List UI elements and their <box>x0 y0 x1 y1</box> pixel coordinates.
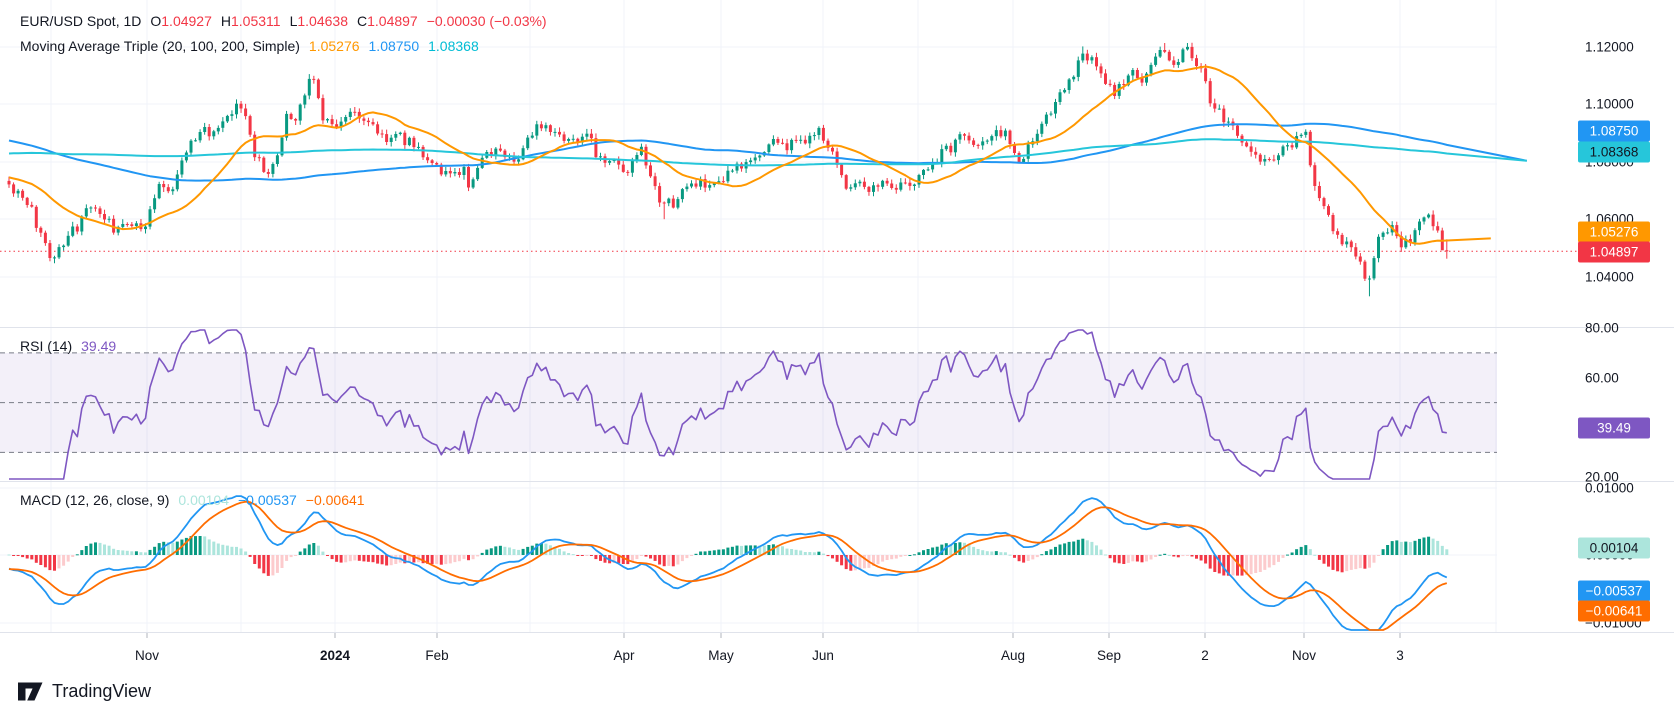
axis-price-tag: 0.00104 <box>1578 537 1650 559</box>
axis-price-tag: −0.00641 <box>1578 600 1650 622</box>
axis-tick-label: 60.00 <box>1585 370 1619 386</box>
axis-price-tag: −0.00537 <box>1578 580 1650 602</box>
ohlc-item: O1.04927 <box>150 13 212 29</box>
change-value: −0.00030 (−0.03%) <box>426 13 547 29</box>
brand-wordmark: TradingView <box>52 681 152 701</box>
time-scale[interactable]: Nov 2024 Feb Apr May Jun Aug Sep 2 Nov 3 <box>0 646 1674 672</box>
time-axis-label: Jun <box>812 648 834 663</box>
macd-legend-row: MACD (12, 26, close, 9) 0.00104 −0.00537−… <box>20 492 365 508</box>
macd-title[interactable]: MACD (12, 26, close, 9) <box>20 492 169 508</box>
rsi-value: 39.49 <box>81 338 117 354</box>
rsi-legend-row: RSI (14) 39.49 <box>20 338 116 354</box>
time-axis-label: Apr <box>613 648 635 663</box>
axis-price-tag: 1.08368 <box>1578 141 1650 163</box>
ma-values: 1.05276 1.08750 1.08368 <box>309 38 479 54</box>
time-axis-label: Nov <box>134 648 160 663</box>
time-axis-label: Feb <box>425 648 449 663</box>
macd-values: 0.00104 −0.00537 −0.00641 <box>178 492 364 508</box>
macd-legend-value: 0.00104 <box>178 492 229 508</box>
time-axis-label: Aug <box>1000 648 1026 663</box>
tradingview-link[interactable]: TradingView <box>18 681 151 702</box>
ma-title[interactable]: Moving Average Triple (20, 100, 200, Sim… <box>20 38 300 54</box>
ohlc-item: H1.05311 <box>220 13 281 29</box>
time-axis-label: May <box>708 648 734 663</box>
axis-tick-label: 1.04000 <box>1585 269 1634 285</box>
axis-tick-label: 0.01000 <box>1585 480 1634 496</box>
symbol-legend-row: EUR/USD Spot, 1D O1.04927 H1.05311 L1.0463… <box>20 13 547 29</box>
axis-price-tag: 39.49 <box>1578 417 1650 439</box>
ma-legend-value: 1.08750 <box>368 38 420 54</box>
time-axis-label: Nov <box>1291 648 1317 663</box>
axis-tick-label: 80.00 <box>1585 320 1619 336</box>
ohlc-item: C1.04897 <box>356 13 418 29</box>
macd-legend-value: −0.00641 <box>305 492 365 508</box>
time-axis-label: 3 <box>1396 648 1404 663</box>
axis-price-tag: 1.05276 <box>1578 221 1650 243</box>
time-axis-label: 2 <box>1201 648 1209 663</box>
axis-tick-label: 1.10000 <box>1585 96 1634 112</box>
ma-legend-row: Moving Average Triple (20, 100, 200, Sim… <box>20 38 479 54</box>
ohlc-values: O1.04927 H1.05311 L1.04638 C1.04897 <box>150 13 417 29</box>
tradingview-logo-icon <box>18 682 43 701</box>
macd-legend-value: −0.00537 <box>238 492 297 508</box>
price-scale[interactable]: 1.120001.100001.080001.060001.040001.087… <box>0 0 1674 672</box>
time-axis-label: 2024 <box>319 648 351 663</box>
axis-price-tag: 1.08750 <box>1578 120 1650 142</box>
axis-price-tag: 1.04897 <box>1578 241 1650 263</box>
ma-legend-value: 1.05276 <box>308 38 360 54</box>
symbol-title[interactable]: EUR/USD Spot, 1D <box>20 13 141 29</box>
ohlc-item: L1.04638 <box>289 13 348 29</box>
ma-legend-value: 1.08368 <box>428 38 479 54</box>
axis-tick-label: 1.12000 <box>1585 39 1634 55</box>
time-axis-label: Sep <box>1096 648 1122 663</box>
tradingview-chart: EUR/USD Spot, 1D O1.04927 H1.05311 L1.0463… <box>0 0 1674 718</box>
rsi-title[interactable]: RSI (14) <box>20 338 72 354</box>
